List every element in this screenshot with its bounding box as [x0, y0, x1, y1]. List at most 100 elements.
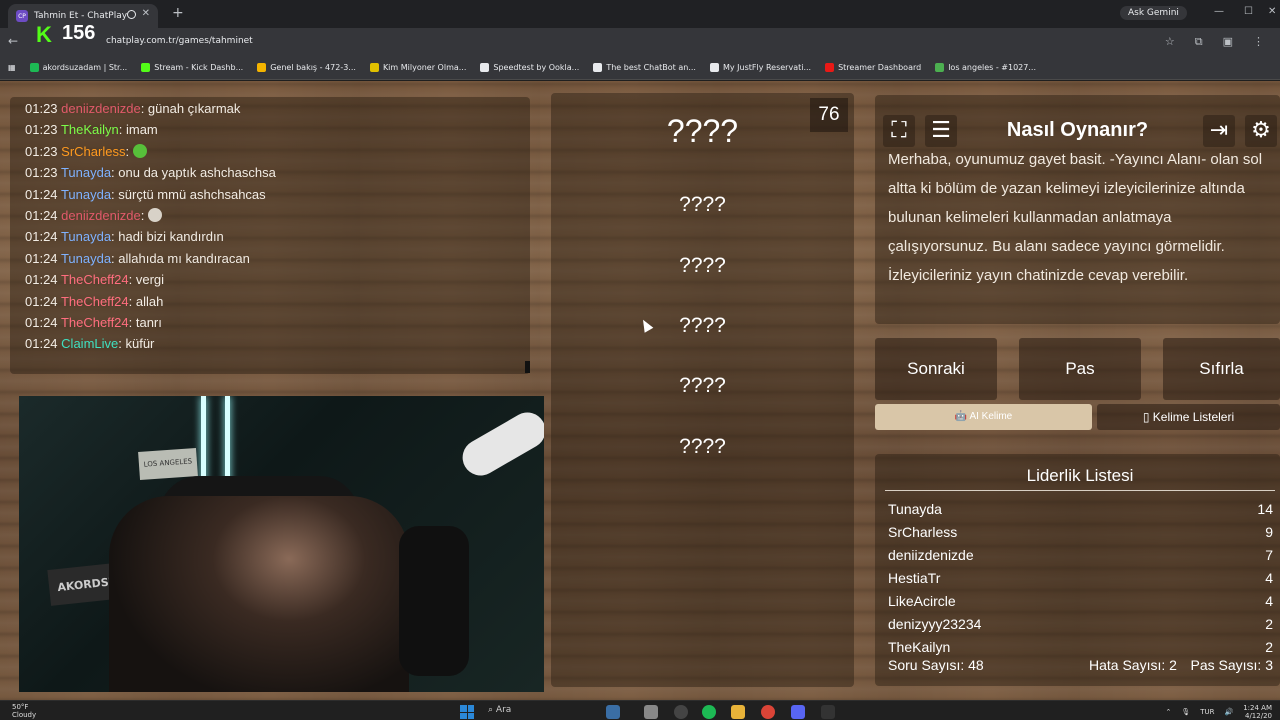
- bookmark-item[interactable]: My JustFly Reservati...: [709, 63, 811, 72]
- menu-icon[interactable]: ⋮: [1253, 35, 1264, 49]
- hidden-word: ????: [679, 435, 726, 458]
- chat-username[interactable]: TheKailyn: [61, 122, 119, 137]
- mic-icon[interactable]: 🎙: [1181, 708, 1190, 716]
- windows-start-icon[interactable]: [460, 705, 474, 719]
- language-indicator[interactable]: TUR: [1200, 708, 1214, 716]
- chat-time: 01:24: [25, 336, 58, 352]
- chat-username[interactable]: Tunayda: [61, 229, 111, 244]
- chat-username[interactable]: ClaimLive: [61, 336, 118, 351]
- chat-username[interactable]: SrCharless: [61, 144, 125, 159]
- chat-time: 01:24: [25, 315, 58, 330]
- taskbar-search[interactable]: ⌕ Ara: [488, 705, 598, 719]
- bookmark-item[interactable]: los angeles - #1027...: [935, 63, 1036, 72]
- webcam-feed: LOS ANGELES AKORDSZ: [19, 396, 544, 692]
- leaderboard-row: Tunayda 14: [888, 501, 1273, 517]
- chat-username[interactable]: TheCheff24: [61, 294, 129, 309]
- logout-icon[interactable]: ⇥: [1203, 115, 1235, 147]
- ask-gemini-button[interactable]: Ask Gemini: [1120, 6, 1187, 20]
- bookmark-favicon-icon: [709, 63, 719, 72]
- chat-message: 01:24 Tunayda: sürçtü mmü ashchsahcas: [25, 187, 266, 202]
- robot-icon: 🤖: [954, 411, 970, 422]
- reset-button[interactable]: Sıfırla: [1163, 338, 1280, 400]
- bookmark-star-icon[interactable]: ☆: [1165, 35, 1175, 49]
- chat-message: 01:23 SrCharless:: [25, 143, 147, 159]
- pass-button[interactable]: Pas: [1019, 338, 1141, 400]
- chevron-up-icon[interactable]: ⌃: [1165, 708, 1171, 716]
- chat-scrollbar[interactable]: [525, 361, 530, 373]
- chat-message: 01:24 TheCheff24: tanrı: [25, 315, 162, 330]
- leaderboard-row: denizyyy23234 2: [888, 616, 1273, 632]
- discord-icon[interactable]: [791, 705, 805, 719]
- bookmark-item[interactable]: Streamer Dashboard: [825, 63, 921, 72]
- new-tab-icon[interactable]: +: [172, 5, 184, 21]
- spotify-icon[interactable]: [702, 705, 716, 719]
- chat-username[interactable]: deniizdenizde: [61, 101, 141, 116]
- clock-date: 4/12/20: [1245, 712, 1272, 720]
- leaderboard-title: Liderlik Listesi: [1026, 466, 1134, 485]
- bookmark-item[interactable]: The best ChatBot an...: [593, 63, 696, 72]
- extensions-icon[interactable]: ⧉: [1195, 35, 1203, 49]
- search-label: Ara: [495, 705, 512, 715]
- chat-text: : allahıda mı kandıracan: [111, 250, 250, 266]
- chat-time: 01:23: [25, 165, 58, 181]
- bookmark-label: Genel bakış - 472-3...: [270, 63, 356, 72]
- address-bar: ← chatplay.com.tr/games/tahminet ☆ ⧉ ▣ ⋮: [0, 28, 1280, 56]
- app-icon[interactable]: [821, 705, 835, 719]
- mic-arm: [456, 405, 544, 483]
- chat-message: 01:24 TheCheff24: vergi: [25, 272, 164, 287]
- bookmark-label: Streamer Dashboard: [838, 63, 922, 72]
- leaderboard-score: 7: [1265, 547, 1273, 563]
- chat-username[interactable]: TheCheff24: [61, 315, 129, 330]
- game-page: 01:23 deniizdenizde: günah çıkarmak 01:23…: [0, 81, 1280, 700]
- bookmark-favicon-icon: [141, 63, 151, 72]
- chat-username[interactable]: Tunayda: [61, 165, 111, 180]
- chat-username[interactable]: Tunayda: [61, 251, 111, 266]
- sidepanel-icon[interactable]: ▣: [1223, 35, 1233, 49]
- hidden-word: ????: [679, 193, 726, 216]
- chrome-icon[interactable]: [761, 705, 775, 719]
- next-button[interactable]: Sonraki: [875, 338, 997, 400]
- chat-text: : imam: [118, 122, 158, 138]
- app-icon[interactable]: [644, 705, 658, 719]
- bookmark-item[interactable]: akordsuzadam | Str...: [29, 63, 128, 72]
- chat-message: 01:24 deniizdenizde:: [25, 208, 162, 223]
- hidden-word: ????: [679, 254, 726, 277]
- bookmark-favicon-icon: [29, 63, 39, 72]
- bookmark-item[interactable]: Speedtest by Ookla...: [480, 63, 579, 72]
- volume-icon[interactable]: 🔊: [1225, 708, 1234, 716]
- pass-count: Pas Sayısı: 3: [1190, 657, 1273, 673]
- weather-widget[interactable]: 50°F Cloudy: [12, 703, 36, 719]
- back-arrow-icon[interactable]: ←: [8, 34, 18, 48]
- chat-username[interactable]: deniizdenizde: [61, 208, 141, 223]
- close-window-icon[interactable]: ✕: [1268, 6, 1276, 17]
- chat-text: : günah çıkarmak: [140, 101, 241, 116]
- minimize-icon[interactable]: —: [1214, 6, 1224, 17]
- leaderboard-name: deniizdenizde: [888, 547, 974, 563]
- chat-username[interactable]: TheCheff24: [61, 272, 129, 287]
- app-icon[interactable]: [674, 705, 688, 719]
- bookmark-item[interactable]: Stream - Kick Dashb...: [141, 63, 243, 72]
- chat-username[interactable]: Tunayda: [61, 187, 111, 202]
- file-explorer-icon[interactable]: [731, 705, 745, 719]
- settings-gear-icon[interactable]: ⚙: [1245, 115, 1277, 147]
- clock[interactable]: 1:24 AM 4/12/20: [1243, 704, 1272, 720]
- apps-grid-icon[interactable]: ▦: [8, 63, 16, 72]
- chat-time: 01:24: [25, 186, 58, 202]
- maximize-icon[interactable]: ☐: [1244, 6, 1253, 17]
- bookmark-item[interactable]: Kim Milyoner Olma...: [369, 63, 466, 72]
- close-tab-icon[interactable]: ✕: [142, 8, 150, 19]
- app-icon[interactable]: [606, 705, 620, 719]
- hidden-word: ????: [679, 374, 726, 397]
- weather-condition: Cloudy: [12, 711, 37, 719]
- chat-message: 01:23 deniizdenizde: günah çıkarmak: [25, 101, 240, 116]
- bookmark-item[interactable]: Genel bakış - 472-3...: [257, 63, 356, 72]
- url-field[interactable]: chatplay.com.tr/games/tahminet: [106, 36, 253, 46]
- word-lists-tab[interactable]: ▯ Kelime Listeleri: [1097, 404, 1280, 430]
- chat-text: :: [125, 143, 133, 159]
- bookmark-favicon-icon: [825, 63, 835, 72]
- chat-text: : allah: [128, 293, 164, 309]
- bookmark-label: akordsuzadam | Str...: [42, 63, 128, 72]
- leaderboard-name: Tunayda: [888, 501, 942, 517]
- chat-time: 01:24: [25, 208, 58, 223]
- ai-word-tab[interactable]: 🤖 AI Kelime: [875, 404, 1092, 430]
